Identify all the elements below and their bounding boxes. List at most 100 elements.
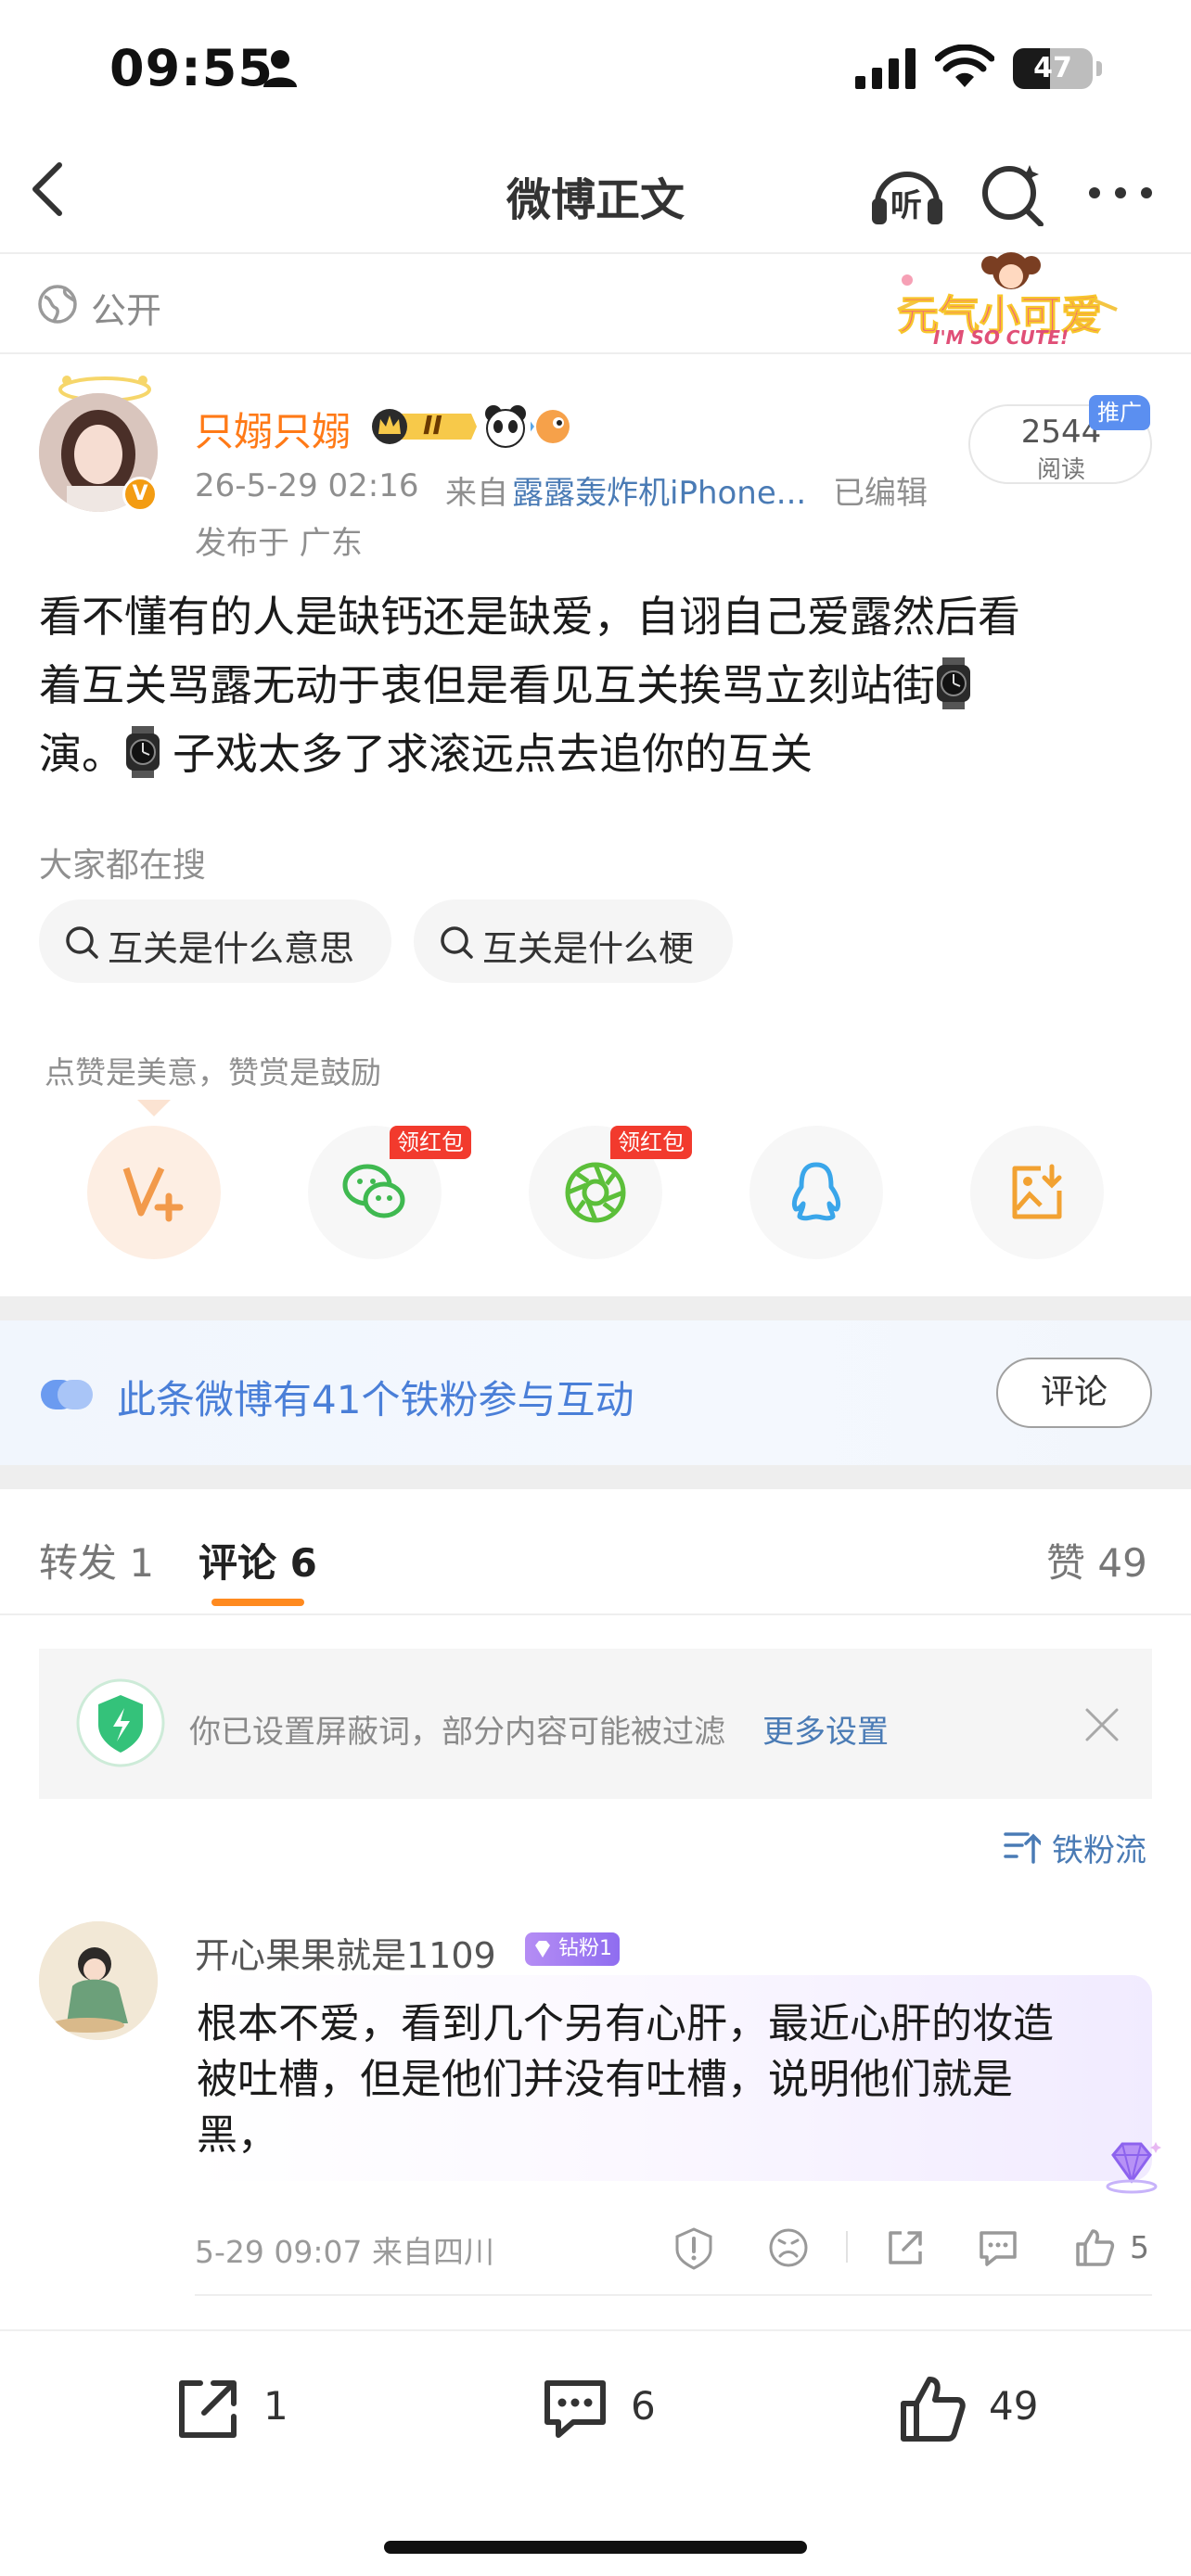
like-hint: 点赞是美意，赞赏是鼓励: [45, 1054, 381, 1090]
member-level-badge: II: [369, 406, 479, 447]
share-icon[interactable]: [883, 2225, 928, 2270]
moments-aperture-icon: [565, 1162, 626, 1223]
badge-label: 钻粉1: [558, 1937, 612, 1960]
search-chip[interactable]: 互关是什么梗: [414, 899, 733, 983]
post-time: 26-5-29 02:16: [195, 467, 419, 504]
red-packet-tag[interactable]: 领红包: [390, 1126, 471, 1159]
comment-text-line: 黑，: [197, 2111, 278, 2159]
diamond-fan-badge: 钻粉1: [525, 1932, 620, 1966]
comment-count[interactable]: 6: [631, 2383, 656, 2429]
author-name[interactable]: 只嫋只嫋: [195, 401, 351, 457]
post-text: 演。: [39, 729, 124, 779]
wifi-icon: [935, 45, 994, 87]
tab-label: 赞: [1046, 1540, 1086, 1586]
visibility-label: 公开: [91, 290, 162, 331]
comment-like-count: 5: [1130, 2229, 1149, 2265]
panda-icon: [485, 405, 526, 448]
listen-button[interactable]: 听: [868, 158, 946, 228]
shield-icon: [76, 1678, 165, 1767]
watch-emoji-icon: [124, 726, 161, 778]
tab-comments[interactable]: 评论 6: [198, 1532, 317, 1588]
more-icon[interactable]: [1087, 184, 1154, 202]
qq-penguin-icon: [791, 1162, 841, 1221]
post-content-line: 演。 子戏太多了求滚远点去追你的互关: [39, 720, 813, 788]
tab-count: 1: [129, 1540, 155, 1586]
post-text: 子戏太多了求滚远点去追你的互关: [173, 729, 813, 779]
tab-label: 评论: [198, 1540, 277, 1586]
search-icon: [66, 926, 98, 959]
status-time: 09:55: [109, 39, 274, 97]
hint-pointer-icon: [137, 1100, 171, 1116]
post-content-line: 着互关骂露无动于衷但是看见互关挨骂立刻站街: [39, 651, 972, 720]
report-icon[interactable]: [672, 2225, 716, 2270]
tab-count: 6: [289, 1540, 317, 1586]
reward-button[interactable]: [87, 1126, 221, 1259]
level-label: II: [423, 410, 442, 440]
filter-notice-text: 你已设置屏蔽词，部分内容可能被过滤: [189, 1714, 725, 1751]
person-icon: [263, 50, 297, 87]
divider: [0, 352, 1191, 354]
dislike-face-icon[interactable]: [766, 2225, 811, 2270]
post-content-line: 看不懂有的人是缺钙还是缺爱，自诩自己爱露然后看: [39, 592, 1020, 642]
verified-badge: V: [122, 477, 158, 512]
source-prefix: 来自: [445, 475, 508, 512]
fan-badge-icon: [41, 1380, 93, 1409]
tab-count: 49: [1097, 1540, 1147, 1586]
commenter-name[interactable]: 开心果果就是1109: [195, 1927, 496, 1978]
close-icon[interactable]: [1083, 1706, 1121, 1743]
red-packet-tag[interactable]: 领红包: [610, 1126, 692, 1159]
search-icon[interactable]: [980, 159, 1046, 226]
battery-percent: 47: [1033, 52, 1072, 84]
divider: [0, 1613, 1191, 1615]
reward-v-plus-icon: [122, 1167, 184, 1222]
action-separator: [846, 2231, 848, 2263]
globe-icon: [38, 285, 77, 324]
search-chip[interactable]: 互关是什么意思: [39, 899, 391, 983]
active-tab-indicator: [211, 1599, 304, 1606]
tab-likes[interactable]: 赞 49: [1046, 1532, 1147, 1588]
more-settings-link[interactable]: 更多设置: [762, 1706, 889, 1752]
post-location: 发布于 广东: [195, 525, 363, 562]
bottom-action-bar: [0, 2329, 1191, 2576]
diamond-icon: [535, 1941, 550, 1958]
read-label: 阅读: [1036, 456, 1085, 484]
wechat-icon: [342, 1164, 405, 1218]
like-count[interactable]: 49: [989, 2383, 1038, 2429]
search-chip-label: 互关是什么意思: [108, 928, 355, 969]
promote-tag[interactable]: 推广: [1089, 395, 1150, 430]
listen-label: 听: [890, 187, 922, 224]
fan-flow-sort[interactable]: 铁粉流: [1052, 1825, 1146, 1870]
repost-icon[interactable]: [173, 2374, 243, 2444]
section-separator: [0, 1465, 1191, 1489]
comment-meta: 5-29 09:07 来自四川: [195, 2234, 494, 2270]
save-image-icon: [1012, 1164, 1062, 1219]
edited-label[interactable]: 已编辑: [833, 467, 928, 513]
searches-title: 大家都在搜: [39, 847, 207, 885]
battery-indicator: 47: [1013, 48, 1102, 89]
source-device-link[interactable]: 露露轰炸机iPhone...: [512, 467, 806, 513]
search-chip-label: 互关是什么梗: [482, 928, 695, 969]
post-text: 着互关骂露无动于衷但是看见互关挨骂立刻站街: [39, 660, 935, 710]
avatar-illustration-icon: [39, 1921, 158, 2040]
repost-count[interactable]: 1: [263, 2383, 288, 2429]
sort-icon[interactable]: [1004, 1829, 1041, 1866]
search-icon: [441, 926, 473, 959]
fans-interaction-text[interactable]: 此条微博有41个铁粉参与互动: [117, 1369, 634, 1425]
tab-label: 转发: [39, 1540, 118, 1586]
thumbs-up-icon[interactable]: [1072, 2225, 1117, 2270]
cute-sticker: 元气小可爱 I'M SO CUTE!: [890, 252, 1122, 351]
save-image-button[interactable]: [970, 1126, 1104, 1259]
home-indicator: [384, 2541, 807, 2554]
like-icon[interactable]: [898, 2374, 968, 2444]
tab-reposts[interactable]: 转发 1: [39, 1532, 154, 1588]
divider: [195, 2294, 1152, 2296]
signal-icon: [855, 48, 916, 89]
sticker-subtext: I'M SO CUTE!: [933, 326, 1069, 349]
reply-icon[interactable]: [976, 2225, 1020, 2270]
share-qq-button[interactable]: [749, 1126, 883, 1259]
comment-button[interactable]: 评论: [996, 1358, 1152, 1428]
commenter-avatar[interactable]: [39, 1921, 158, 2040]
comment-text-line: 被吐槽，但是他们并没有吐槽，说明他们就是: [197, 2056, 1013, 2103]
watch-emoji-icon: [935, 657, 972, 709]
comment-icon[interactable]: [540, 2374, 610, 2444]
